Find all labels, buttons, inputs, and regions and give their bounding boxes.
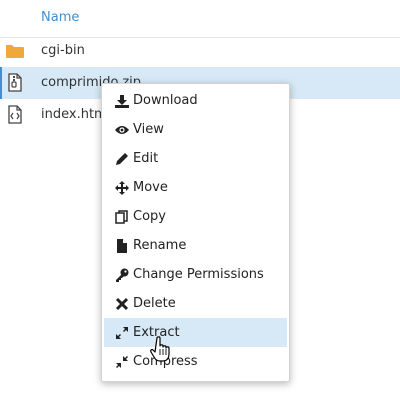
hand-pointer-cursor-icon (150, 336, 172, 362)
menu-item-delete[interactable]: Delete (104, 289, 287, 318)
copy-icon (115, 210, 129, 224)
file-manager: Name cgi-bin comprimido.zip index.html D… (0, 0, 400, 400)
table-row[interactable]: cgi-bin (0, 35, 400, 67)
code-file-icon (5, 105, 25, 125)
key-icon (115, 268, 129, 282)
menu-item-label: Download (133, 93, 198, 108)
menu-item-download[interactable]: Download (104, 86, 287, 115)
menu-item-label: View (133, 122, 164, 137)
pencil-icon (115, 152, 129, 166)
download-icon (115, 94, 129, 108)
eye-icon (115, 123, 129, 137)
expand-icon (115, 326, 129, 340)
menu-item-label: Move (133, 180, 168, 195)
column-header-name[interactable]: Name (41, 10, 79, 25)
folder-icon (5, 41, 25, 61)
menu-item-rename[interactable]: Rename (104, 231, 287, 260)
table-header: Name (0, 0, 400, 38)
menu-item-extract[interactable]: Extract (104, 318, 287, 347)
menu-item-move[interactable]: Move (104, 173, 287, 202)
file-icon (115, 239, 129, 253)
archive-file-icon (5, 73, 25, 93)
menu-item-label: Copy (133, 209, 166, 224)
times-icon (115, 297, 129, 311)
menu-item-label: Edit (133, 151, 159, 166)
move-arrows-icon (115, 181, 129, 195)
menu-item-edit[interactable]: Edit (104, 144, 287, 173)
compress-icon (115, 355, 129, 369)
menu-item-label: Rename (133, 238, 187, 253)
file-name[interactable]: cgi-bin (41, 43, 85, 58)
menu-item-label: Delete (133, 296, 176, 311)
menu-item-view[interactable]: View (104, 115, 287, 144)
menu-item-change-permissions[interactable]: Change Permissions (104, 260, 287, 289)
menu-item-compress[interactable]: Compress (104, 347, 287, 376)
menu-item-copy[interactable]: Copy (104, 202, 287, 231)
menu-item-label: Change Permissions (133, 267, 264, 282)
context-menu: Download View Edit Move Copy Rename Chan… (101, 83, 290, 382)
file-name[interactable]: index.html (41, 107, 110, 122)
